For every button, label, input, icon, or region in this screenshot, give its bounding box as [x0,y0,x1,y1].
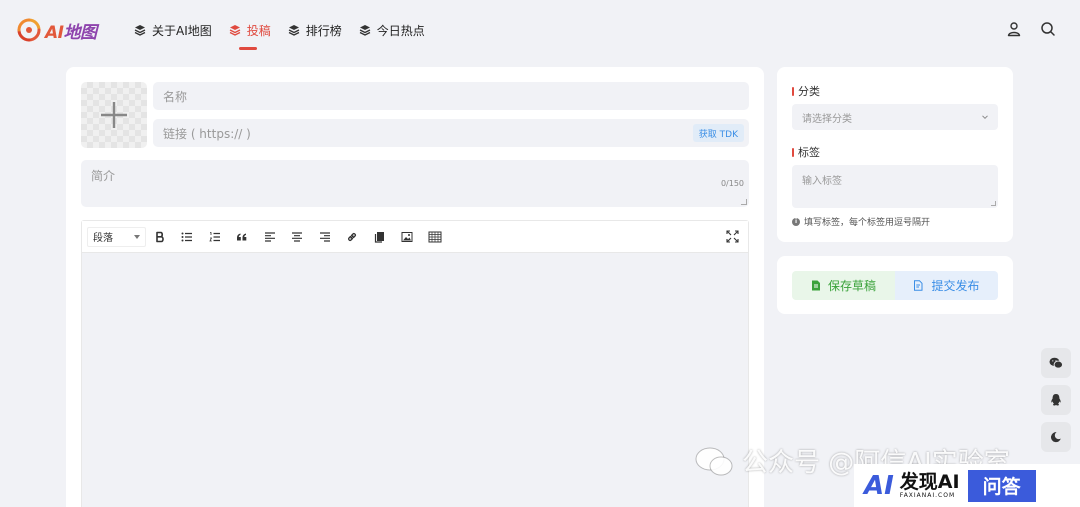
wechat-watermark-icon [695,447,733,475]
nav-item-hot-today[interactable]: 今日热点 [359,20,425,40]
search-icon[interactable] [1040,21,1056,37]
intro-char-count: 0/150 [720,179,744,188]
image-button[interactable] [394,227,422,247]
fullscreen-icon[interactable] [726,230,739,243]
numbered-list-icon [209,231,220,241]
tags-input[interactable]: 输入标签 [792,165,998,208]
align-right-icon [319,231,330,242]
paragraph-select-value: 段落 [93,233,113,244]
resize-handle[interactable] [741,199,747,205]
logo-text: AI地图 [45,22,97,43]
name-placeholder: 名称 [163,89,188,104]
paragraph-select[interactable]: 段落 [87,226,146,247]
tags-hint: i 填写标签，每个标签用逗号隔开 [792,215,930,228]
table-icon [428,231,442,242]
dark-mode-button[interactable] [1041,422,1071,452]
numbered-list-button[interactable] [201,227,229,247]
align-left-icon [264,231,275,242]
main-nav: 关于AI地图 投稿 排行榜 今日热点 [134,20,425,50]
wechat-button[interactable] [1041,348,1071,378]
nav-label: 今日热点 [376,23,425,38]
category-placeholder: 请选择分类 [802,113,852,125]
align-left-button[interactable] [256,227,284,247]
nav-label: 投稿 [246,23,271,38]
nav-item-about[interactable]: 关于AI地图 [134,20,212,40]
category-select[interactable]: 请选择分类 [792,104,998,130]
intro-placeholder: 简介 [91,169,116,183]
bold-button[interactable] [146,227,174,247]
nav-label: 关于AI地图 [152,23,212,38]
document-icon [811,280,820,291]
tags-placeholder: 输入标签 [802,176,842,187]
bold-icon [155,231,164,242]
category-label: 分类 [792,83,820,99]
table-button[interactable] [421,227,449,247]
top-header: AI地图 关于AI地图 投稿 排行榜 今日热点 [0,0,1080,60]
qq-button[interactable] [1041,385,1071,415]
layers-icon [359,25,371,36]
quote-button[interactable] [229,227,257,247]
link-button[interactable] [339,227,367,247]
name-input[interactable]: 名称 [153,82,749,110]
submit-publish-button[interactable]: 提交发布 [895,271,998,300]
moon-icon [1050,432,1061,443]
layers-icon [229,25,241,36]
qq-icon [1051,394,1061,406]
align-center-icon [292,231,303,242]
align-center-button[interactable] [284,227,312,247]
chevron-down-icon [982,115,988,120]
nav-item-ranking[interactable]: 排行榜 [288,20,342,40]
category-tags-card: 分类 请选择分类 标签 输入标签 i 填写标签，每个标签用逗号隔开 [777,67,1013,242]
resize-handle[interactable] [991,201,996,206]
tags-label: 标签 [792,144,820,160]
link-input[interactable]: 链接 ( https:// ) 获取 TDK [153,119,749,147]
link-placeholder: 链接 ( https:// ) [163,126,251,141]
logo-swirl-icon [17,18,41,42]
get-tdk-button[interactable]: 获取 TDK [692,124,744,142]
link-icon [348,232,357,241]
copy-button[interactable] [366,227,394,247]
intro-textarea[interactable]: 简介 0/150 [81,160,749,207]
rich-text-editor: 段落 [81,220,749,507]
actions-card: 保存草稿 提交发布 [777,256,1013,314]
layers-icon [134,25,146,36]
align-right-button[interactable] [311,227,339,247]
image-icon [401,231,413,242]
layers-icon [288,25,300,36]
site-logo[interactable]: AI地图 [16,17,97,43]
image-upload[interactable] [81,82,147,148]
nav-label: 排行榜 [305,23,342,38]
wechat-icon [1049,357,1063,369]
save-draft-button[interactable]: 保存草稿 [792,271,895,300]
submission-form-card: 名称 链接 ( https:// ) 获取 TDK 简介 0/150 段落 [66,67,764,507]
bullet-list-button[interactable] [174,227,202,247]
nav-item-submit[interactable]: 投稿 [229,20,271,50]
copy-icon [374,231,384,243]
editor-toolbar: 段落 [82,221,748,253]
bullet-list-icon [181,232,193,241]
caret-down-icon [134,234,140,239]
edit-document-icon [914,280,923,291]
user-icon[interactable] [1006,21,1022,37]
info-icon: i [792,217,800,226]
plus-icon [101,102,127,128]
faxianai-logo: AI 发现AI FAXIANAI.COM 问答 [854,464,1080,507]
quote-icon [237,233,247,240]
